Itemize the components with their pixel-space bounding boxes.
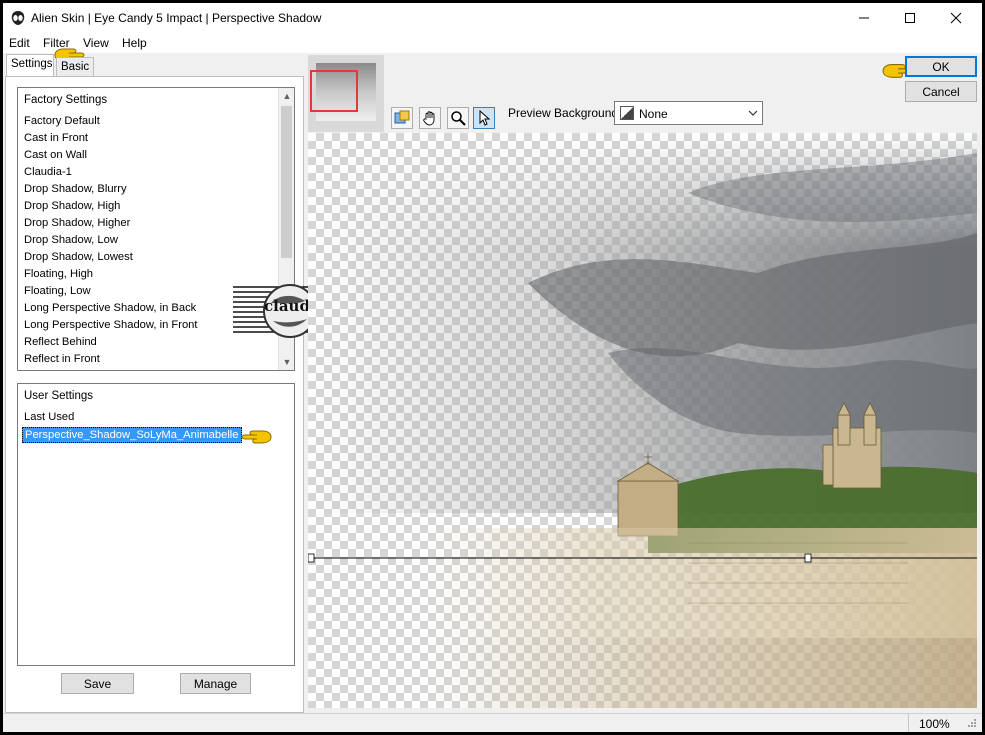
minimize-icon — [859, 17, 869, 19]
tab-basic[interactable]: Basic — [56, 57, 94, 76]
close-button[interactable] — [933, 3, 979, 33]
list-item[interactable]: Reflect in Front — [24, 353, 100, 365]
tab-settings[interactable]: Settings — [6, 54, 54, 76]
zoom-icon — [451, 111, 466, 126]
list-item[interactable]: Cast in Front — [24, 132, 88, 144]
list-item-last-used[interactable]: Last Used — [24, 411, 74, 423]
maximize-button[interactable] — [887, 3, 933, 33]
list-item[interactable]: Floating, High — [24, 268, 93, 280]
user-settings-header: User Settings — [24, 390, 94, 402]
title-bar: Alien Skin | Eye Candy 5 Impact | Perspe… — [3, 3, 982, 33]
menu-bar: Edit Filter View Help — [3, 33, 982, 53]
window-title: Alien Skin | Eye Candy 5 Impact | Perspe… — [31, 11, 322, 25]
navigator-thumbnail[interactable] — [308, 55, 384, 132]
manage-button[interactable]: Manage — [180, 673, 251, 694]
list-item[interactable]: Claudia-1 — [24, 166, 72, 178]
pointing-hand-icon — [241, 430, 272, 444]
ok-button[interactable]: OK — [905, 56, 977, 77]
resize-grip-icon[interactable] — [965, 718, 977, 730]
list-item[interactable]: Drop Shadow, High — [24, 200, 120, 212]
swatch-icon — [620, 106, 634, 120]
list-item[interactable]: Reflect Behind — [24, 336, 97, 348]
close-icon — [950, 12, 962, 24]
list-item[interactable]: Cast on Wall — [24, 149, 87, 161]
zoom-level: 100% — [919, 717, 950, 731]
cancel-button[interactable]: Cancel — [905, 81, 977, 102]
list-item-selected[interactable]: Perspective_Shadow_SoLyMa_Animabelle — [22, 427, 242, 443]
hand-pan-icon — [423, 111, 435, 126]
scroll-up-icon[interactable]: ▲ — [279, 88, 294, 104]
list-item[interactable]: Drop Shadow, Lowest — [24, 251, 133, 263]
minimize-button[interactable] — [841, 3, 887, 33]
list-item[interactable]: Drop Shadow, Blurry — [24, 183, 127, 195]
scrollbar-thumb[interactable] — [281, 106, 292, 258]
navigator-icon — [394, 110, 410, 124]
menu-help[interactable]: Help — [122, 36, 147, 50]
eye-candy-window: Alien Skin | Eye Candy 5 Impact | Perspe… — [3, 3, 982, 732]
pointer-tool-button[interactable] — [473, 107, 495, 129]
preview-background-label: Preview Background: — [508, 106, 622, 120]
factory-settings-header: Factory Settings — [24, 94, 108, 106]
pointer-icon — [479, 110, 491, 126]
menu-edit[interactable]: Edit — [9, 36, 30, 50]
alien-skin-app-icon — [11, 11, 25, 25]
list-item[interactable]: Long Perspective Shadow, in Front — [24, 319, 198, 331]
list-item[interactable]: Long Perspective Shadow, in Back — [24, 302, 196, 314]
status-bar: 100% — [3, 713, 982, 732]
scroll-down-icon[interactable]: ▼ — [279, 354, 294, 370]
settings-panel: Factory Settings Factory Default Cast in… — [5, 76, 347, 713]
maximize-icon — [905, 13, 915, 23]
preview-background-value: None — [639, 107, 668, 121]
user-settings-list[interactable]: User Settings Last Used Perspective_Shad… — [17, 383, 295, 666]
list-item[interactable]: Floating, Low — [24, 285, 91, 297]
chevron-down-icon — [748, 110, 758, 116]
navigator-tool-button[interactable] — [391, 107, 413, 129]
save-button[interactable]: Save — [61, 673, 134, 694]
navigator-view-rect[interactable] — [310, 70, 358, 112]
preview-image — [308, 133, 977, 708]
preview-background-select[interactable]: None — [614, 101, 763, 125]
list-item[interactable]: Drop Shadow, Low — [24, 234, 118, 246]
status-divider — [908, 714, 909, 732]
list-item[interactable]: Factory Default — [24, 115, 100, 127]
list-item[interactable]: Drop Shadow, Higher — [24, 217, 130, 229]
hand-tool-button[interactable] — [419, 107, 441, 129]
preview-canvas[interactable] — [308, 133, 977, 708]
zoom-tool-button[interactable] — [447, 107, 469, 129]
